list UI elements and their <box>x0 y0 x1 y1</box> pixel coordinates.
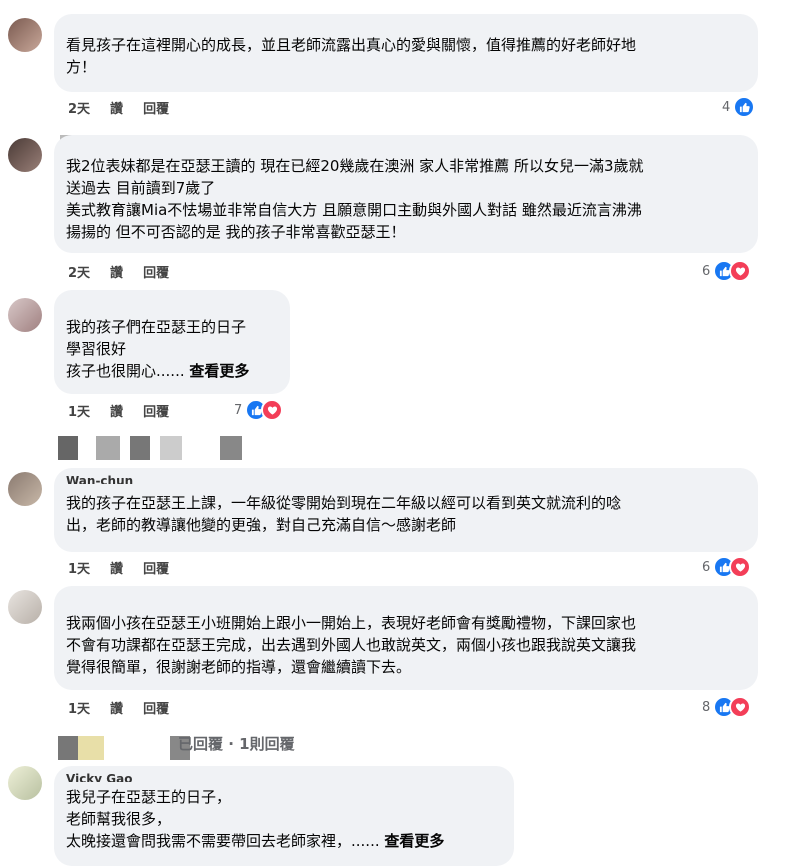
avatar[interactable] <box>8 590 42 624</box>
reaction-count: 6 <box>702 559 711 575</box>
comment-time[interactable]: 2天 <box>68 98 90 117</box>
reaction-summary[interactable]: 4 <box>722 96 756 118</box>
comment-time[interactable]: 1天 <box>68 401 90 420</box>
like-button[interactable]: 讚 <box>110 558 123 577</box>
commenter-name[interactable]: Wan-chun <box>66 474 746 484</box>
comment-text: 不會有功課都在亞瑟王完成，出去遇到外國人也敢說英文，兩個小孩也跟我說英文讓我 <box>66 636 637 654</box>
censor-block <box>78 736 104 760</box>
comment-bubble: Vicky Gao 我兒子在亞瑟王的日子， 老師幫我很多， 太晚接還會問我需不需… <box>54 766 514 866</box>
reply-button[interactable]: 回覆 <box>143 558 169 577</box>
reaction-count: 7 <box>234 402 243 418</box>
comment-text: 覺得很簡單，很謝謝老師的指導，還會繼續讀下去。 <box>66 658 412 676</box>
reaction-count: 8 <box>702 699 711 715</box>
comment-text: 揚揚的 但不可否認的是 我的孩子非常喜歡亞瑟王！ <box>66 223 406 241</box>
comment-actions: 2天 讚 回覆 <box>68 98 169 117</box>
reply-button[interactable]: 回覆 <box>143 262 169 281</box>
comment-text: 我的孩子們在亞瑟王的日子 <box>66 318 247 336</box>
avatar[interactable] <box>8 766 42 800</box>
comment-text: 老師幫我很多， <box>66 810 172 828</box>
comment-bubble: 我的孩子們在亞瑟王的日子 學習很好 孩子也很開心...... 查看更多 <box>54 290 290 394</box>
comment-text: 我兩個小孩在亞瑟王小班開始上跟小一開始上，表現好老師會有獎勵禮物，下課回家也 <box>66 614 637 632</box>
censor-block <box>160 436 182 460</box>
comment-actions: 1天 讚 回覆 <box>68 698 169 717</box>
comment-actions: 1天 讚 回覆 <box>68 401 169 420</box>
reply-button[interactable]: 回覆 <box>143 401 169 420</box>
like-button[interactable]: 讚 <box>110 698 123 717</box>
comment-text: 我兒子在亞瑟王的日子， <box>66 788 232 806</box>
heart-icon <box>729 696 752 718</box>
heart-icon <box>261 399 284 421</box>
censor-block <box>220 436 242 460</box>
comment-text: 太晚接還會問我需不需要帶回去老師家裡，...... <box>66 832 380 850</box>
comment-text: 出，老師的教導讓他變的更強，對自己充滿自信～感謝老師 <box>66 516 457 534</box>
heart-icon <box>729 260 752 282</box>
comment-text: 美式教育讓Mia不怯場並非常自信大方 且願意開口主動與外國人對話 雖然最近流言沸… <box>66 201 642 219</box>
comment-actions: 1天 讚 回覆 <box>68 558 169 577</box>
see-more-link[interactable]: 查看更多 <box>189 362 249 380</box>
see-more-link[interactable]: 查看更多 <box>384 832 444 850</box>
comment-time[interactable]: 1天 <box>68 698 90 717</box>
censor-block <box>96 436 120 460</box>
like-button[interactable]: 讚 <box>110 262 123 281</box>
comment-bubble: 看見孩子在這裡開心的成長，並且老師流露出真心的愛與關懷，值得推薦的好老師好地 方… <box>54 14 758 92</box>
avatar[interactable] <box>8 472 42 506</box>
comment-time[interactable]: 1天 <box>68 558 90 577</box>
avatar[interactable] <box>8 18 42 52</box>
censor-block <box>130 436 150 460</box>
like-icon <box>733 96 756 118</box>
like-button[interactable]: 讚 <box>110 98 123 117</box>
comment-text: 我2位表妹都是在亞瑟王讀的 現在已經20幾歲在澳洲 家人非常推薦 所以女兒一滿3… <box>66 157 644 175</box>
comment-text: 學習很好 <box>66 340 127 358</box>
comment-bubble: Wan-chun 我的孩子在亞瑟王上課，一年級從零開始到現在二年級以經可以看到英… <box>54 468 758 552</box>
commenter-name[interactable]: Vicky Gao <box>66 772 502 782</box>
view-replies-link[interactable]: 已回覆 · 1則回覆 <box>178 733 295 754</box>
comment-text: 送過去 目前讀到7歲了 <box>66 179 216 197</box>
reaction-count: 4 <box>722 99 731 115</box>
comment-text: 看見孩子在這裡開心的成長，並且老師流露出真心的愛與關懷，值得推薦的好老師好地 <box>66 36 637 54</box>
reaction-summary[interactable]: 8 <box>702 696 752 718</box>
avatar[interactable] <box>8 138 42 172</box>
reply-button[interactable]: 回覆 <box>143 698 169 717</box>
avatar[interactable] <box>8 298 42 332</box>
reaction-summary[interactable]: 6 <box>702 556 752 578</box>
reaction-count: 6 <box>702 263 711 279</box>
reaction-summary[interactable]: 6 <box>702 260 752 282</box>
censor-block <box>58 736 78 760</box>
comment-text: 我的孩子在亞瑟王上課，一年級從零開始到現在二年級以經可以看到英文就流利的唸 <box>66 494 622 512</box>
heart-icon <box>729 556 752 578</box>
censor-block <box>58 436 78 460</box>
comment-time[interactable]: 2天 <box>68 262 90 281</box>
comment-bubble: 我2位表妹都是在亞瑟王讀的 現在已經20幾歲在澳洲 家人非常推薦 所以女兒一滿3… <box>54 135 758 253</box>
comment-text: 方！ <box>66 58 97 76</box>
comment-text: 孩子也很開心...... <box>66 362 185 380</box>
comment-bubble: 我兩個小孩在亞瑟王小班開始上跟小一開始上，表現好老師會有獎勵禮物，下課回家也 不… <box>54 586 758 690</box>
reaction-summary[interactable]: 7 <box>234 399 284 421</box>
like-button[interactable]: 讚 <box>110 401 123 420</box>
comment-actions: 2天 讚 回覆 <box>68 262 169 281</box>
reply-button[interactable]: 回覆 <box>143 98 169 117</box>
